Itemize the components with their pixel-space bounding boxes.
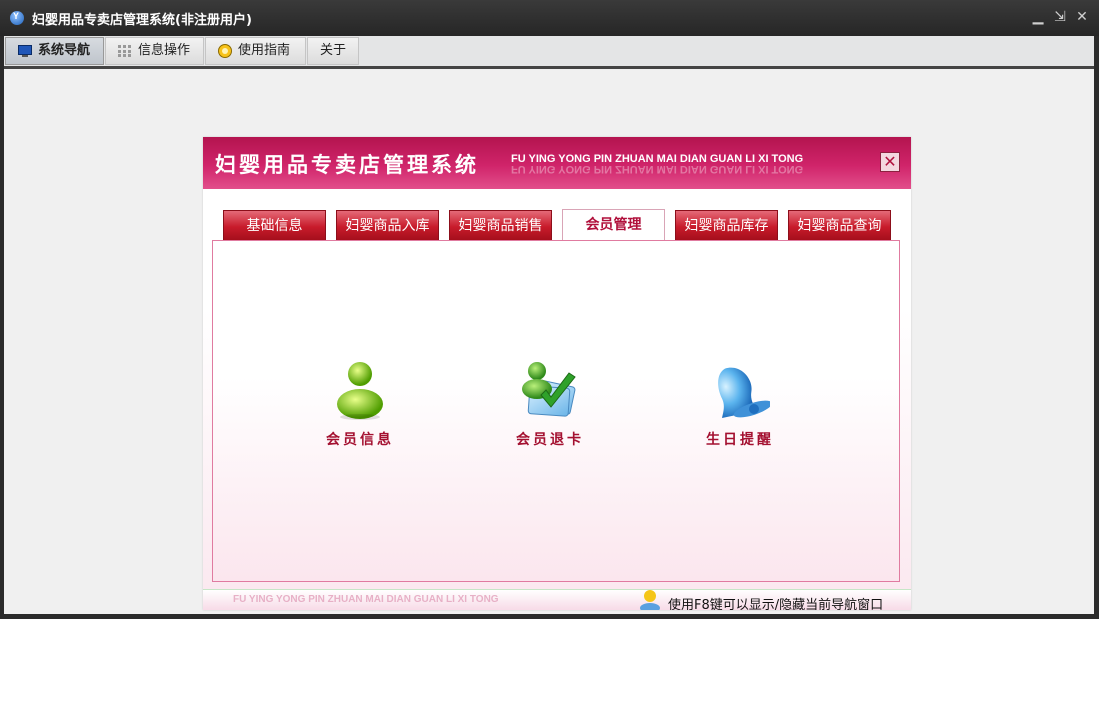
grid-icon <box>118 45 131 57</box>
tab-query[interactable]: 妇婴商品查询 <box>788 210 891 241</box>
app-logo-letter: Y <box>13 11 20 21</box>
panel-subtitle-reflection: FU YING YONG PIN ZHUAN MAI DIAN GUAN LI … <box>511 163 804 175</box>
menu-tab-label: 系统导航 <box>38 43 91 58</box>
tab-sales[interactable]: 妇婴商品销售 <box>449 210 552 241</box>
minimize-button[interactable]: ▁ <box>1030 9 1046 25</box>
birthday-reminder-label: 生日提醒 <box>706 432 774 448</box>
window-title: 妇婴用品专卖店管理系统(非注册用户) <box>32 13 252 28</box>
member-refund-label: 会员退卡 <box>516 432 584 448</box>
member-refund-icon <box>522 362 576 417</box>
panel-footer: FU YING YONG PIN ZHUAN MAI DIAN GUAN LI … <box>203 589 911 610</box>
menu-tab-label: 关于 <box>320 43 347 58</box>
tab-basic-info[interactable]: 基础信息 <box>223 210 326 241</box>
nav-panel: 妇婴用品专卖店管理系统 FU YING YONG PIN ZHUAN MAI D… <box>203 137 911 610</box>
close-button[interactable]: ✕ <box>1074 9 1090 25</box>
footer-tip: 使用F8键可以显示/隐藏当前导航窗口 <box>668 598 884 610</box>
panel-body: 基础信息 妇婴商品入库 妇婴商品销售 会员管理 妇婴商品库存 妇婴商品查询 会员… <box>203 189 911 589</box>
menu-tab-info-ops[interactable]: 信息操作 <box>105 37 204 65</box>
menu-tab-about[interactable]: 关于 <box>307 37 359 65</box>
tab-stock-in[interactable]: 妇婴商品入库 <box>336 210 439 241</box>
panel-title: 妇婴用品专卖店管理系统 <box>215 153 479 177</box>
title-bar[interactable]: Y 妇婴用品专卖店管理系统(非注册用户) ▁ ⇲ ✕ <box>0 0 1099 36</box>
guide-icon <box>218 44 232 58</box>
tab-inventory[interactable]: 妇婴商品库存 <box>675 210 778 241</box>
menu-tab-label: 信息操作 <box>138 43 191 58</box>
tab-content-panel: 会员信息 会员退卡 生日提醒 <box>212 240 900 582</box>
member-info-icon <box>337 362 383 420</box>
tip-person-icon <box>640 590 660 610</box>
menu-bar: 系统导航 信息操作 使用指南 关于 <box>4 36 1094 69</box>
member-info-label: 会员信息 <box>326 432 394 448</box>
menu-tab-user-guide[interactable]: 使用指南 <box>205 37 306 65</box>
bell-icon <box>718 367 770 418</box>
tab-member-management[interactable]: 会员管理 <box>562 209 665 242</box>
panel-header: 妇婴用品专卖店管理系统 FU YING YONG PIN ZHUAN MAI D… <box>203 137 911 189</box>
footer-subtitle: FU YING YONG PIN ZHUAN MAI DIAN GUAN LI … <box>233 594 499 605</box>
app-logo-icon: Y <box>10 11 24 25</box>
restore-button[interactable]: ⇲ <box>1052 9 1068 25</box>
menu-tab-system-nav[interactable]: 系统导航 <box>5 37 104 65</box>
menu-tab-label: 使用指南 <box>238 43 291 58</box>
monitor-icon <box>18 45 32 57</box>
panel-close-button[interactable]: ✕ <box>880 152 900 172</box>
